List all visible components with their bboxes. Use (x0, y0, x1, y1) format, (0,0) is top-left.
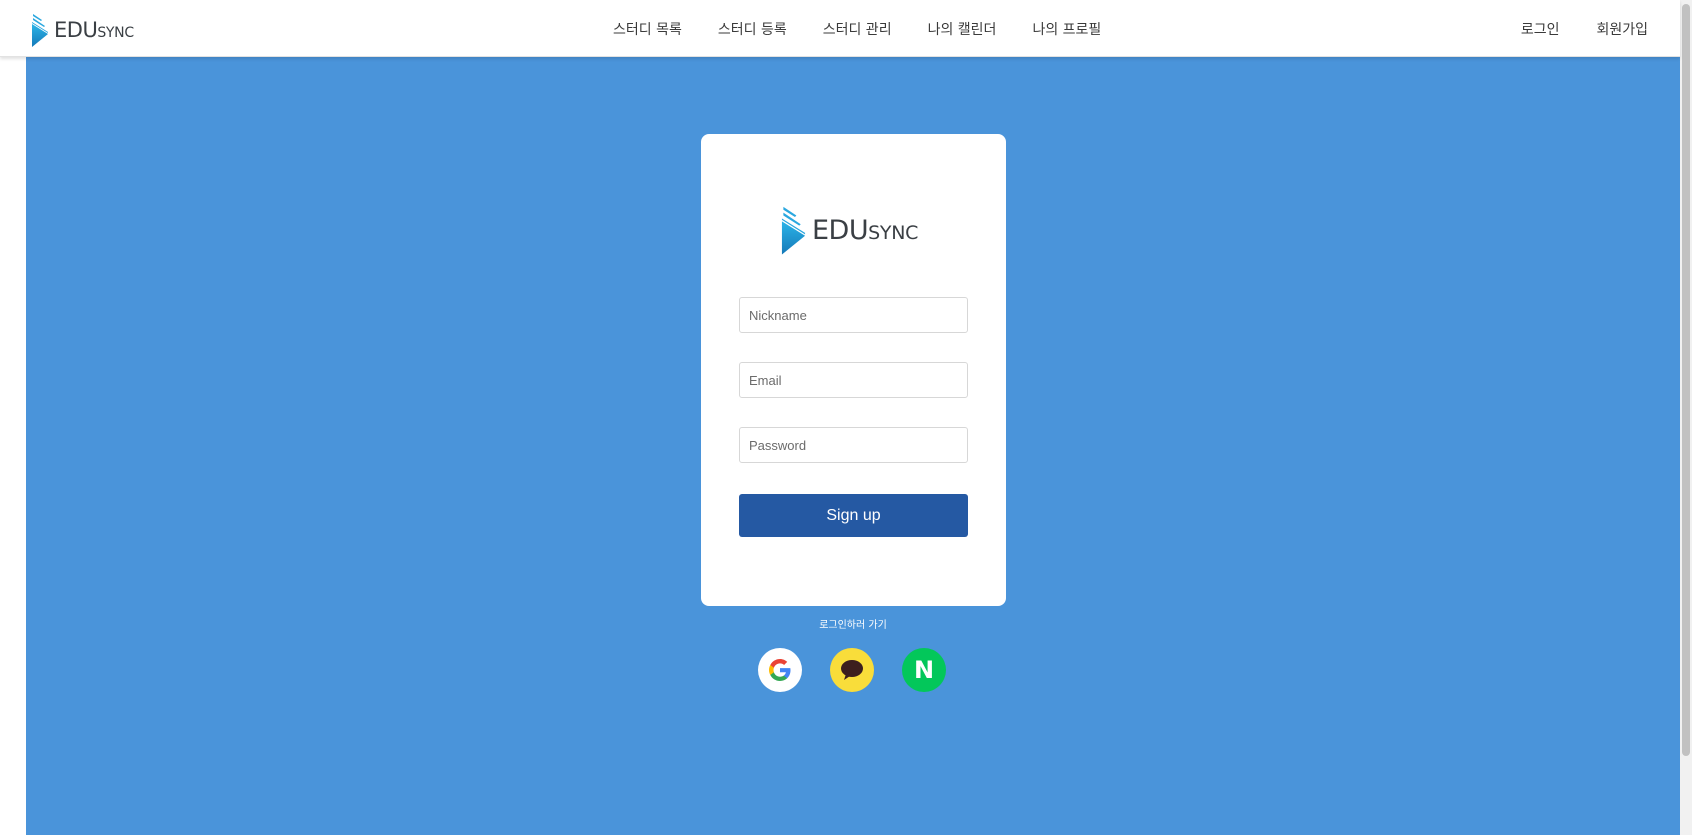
nav-study-register[interactable]: 스터디 등록 (718, 19, 787, 39)
nav-study-list[interactable]: 스터디 목록 (613, 19, 682, 39)
card-logo-text: EDUSYNC (812, 217, 918, 244)
nav-my-calendar[interactable]: 나의 캘린더 (928, 19, 997, 39)
email-input[interactable] (739, 362, 968, 398)
logo-text-main: EDU (812, 214, 869, 246)
go-to-login-link[interactable]: 로그인하러 가기 (0, 616, 1692, 631)
sign-up-button[interactable]: Sign up (739, 494, 968, 537)
nav-study-manage[interactable]: 스터디 관리 (823, 19, 892, 39)
google-login-button[interactable] (758, 648, 802, 692)
edusync-logo-icon (781, 206, 806, 255)
main-nav: 스터디 목록 스터디 등록 스터디 관리 나의 캘린더 나의 프로필 (613, 0, 1137, 57)
kakao-icon (841, 660, 863, 680)
card-logo: EDUSYNC (780, 204, 918, 256)
logo-text-sub: SYNC (868, 221, 919, 244)
signup-link[interactable]: 회원가입 (1596, 19, 1648, 39)
header-logo-text: EDUSYNC (54, 17, 134, 42)
auth-nav: 로그인 회원가입 (1484, 0, 1648, 57)
nav-my-profile[interactable]: 나의 프로필 (1032, 19, 1101, 39)
kakao-login-button[interactable] (830, 648, 874, 692)
top-navbar: EDUSYNC 스터디 목록 스터디 등록 스터디 관리 나의 캘린더 나의 프… (0, 0, 1680, 57)
logo-text-main: EDU (54, 17, 98, 42)
scrollbar-thumb[interactable] (1682, 4, 1690, 756)
nickname-input[interactable] (739, 297, 968, 333)
naver-login-button[interactable]: N (902, 648, 946, 692)
edusync-logo-icon (32, 14, 48, 47)
login-link[interactable]: 로그인 (1521, 19, 1560, 39)
naver-icon: N (913, 656, 935, 684)
google-icon (769, 659, 791, 681)
logo-text-sub: SYNC (97, 24, 134, 41)
header-logo[interactable]: EDUSYNC (31, 12, 134, 48)
signup-card: EDUSYNC Sign up (701, 134, 1006, 606)
password-input[interactable] (739, 427, 968, 463)
